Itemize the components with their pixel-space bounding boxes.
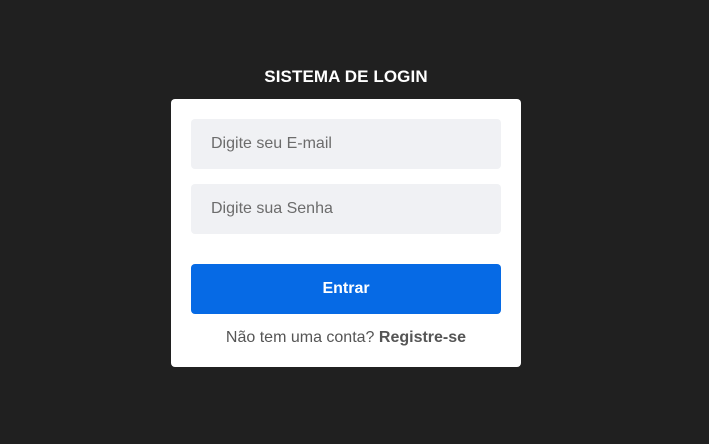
signup-prompt: Não tem uma conta? Registre-se	[171, 328, 521, 348]
signup-prompt-text: Não tem uma conta?	[225, 329, 375, 346]
page-title: SISTEMA DE LOGIN	[264, 67, 428, 86]
login-button[interactable]: Entrar	[191, 264, 501, 314]
email-field[interactable]	[191, 119, 501, 169]
signup-link[interactable]: Registre-se	[379, 329, 466, 346]
password-field[interactable]	[191, 184, 501, 234]
login-card: Entrar Não tem uma conta? Registre-se	[171, 99, 521, 367]
